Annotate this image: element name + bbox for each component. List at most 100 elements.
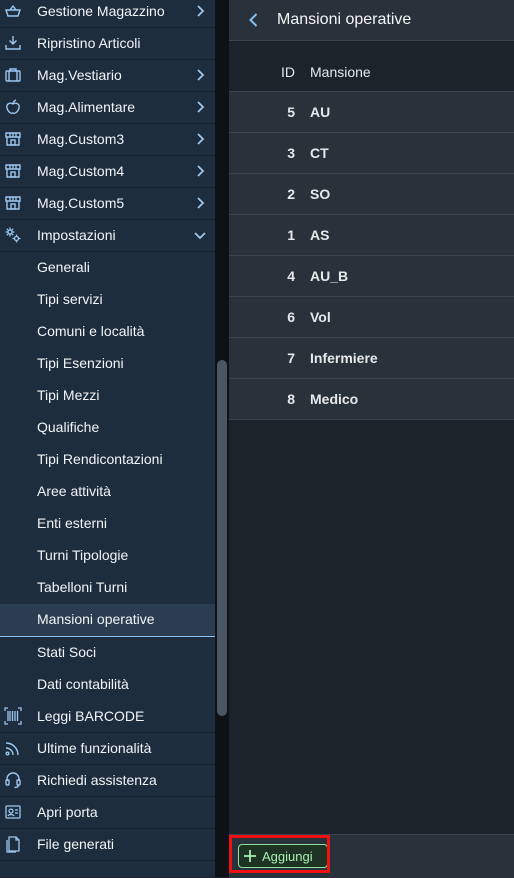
sidebar-item-file-generati[interactable]: File generati bbox=[0, 829, 215, 861]
table-header: ID Mansione bbox=[229, 51, 514, 92]
sidebar-item-label: Ripristino Articoli bbox=[37, 35, 141, 51]
sidebar-item-label: Richiedi assistenza bbox=[37, 772, 157, 788]
sidebar-subitem-tipi-esenzioni[interactable]: Tipi Esenzioni bbox=[0, 348, 215, 380]
sidebar-subitem-label: Aree attività bbox=[37, 483, 111, 499]
mansioni-table: ID Mansione 5 AU 3 CT 2 SO 1 AS 4 AU_B 6… bbox=[229, 51, 514, 420]
sidebar-item-label: Impostazioni bbox=[37, 227, 116, 243]
chevron-right-icon[interactable] bbox=[193, 4, 207, 18]
main-content: Mansioni operative ID Mansione 5 AU 3 CT… bbox=[229, 0, 514, 878]
sidebar-item-label: Mag.Custom3 bbox=[37, 131, 125, 147]
sidebar-subitem-tipi-mezzi[interactable]: Tipi Mezzi bbox=[0, 380, 215, 412]
chevron-right-icon[interactable] bbox=[193, 100, 207, 114]
sidebar-item-mag-custom5[interactable]: Mag.Custom5 bbox=[0, 188, 215, 220]
add-button[interactable]: Aggiungi bbox=[238, 844, 328, 868]
sidebar-item-mag-custom4[interactable]: Mag.Custom4 bbox=[0, 156, 215, 188]
sidebar-subitem-qualifiche[interactable]: Qualifiche bbox=[0, 412, 215, 444]
cell-id: 2 bbox=[287, 186, 295, 202]
chevron-right-icon[interactable] bbox=[193, 132, 207, 146]
sidebar-item-label: File generati bbox=[37, 836, 115, 852]
sidebar-subitem-label: Enti esterni bbox=[37, 515, 108, 531]
sidebar-item-mag-custom3[interactable]: Mag.Custom3 bbox=[0, 124, 215, 156]
cell-id: 1 bbox=[287, 227, 295, 243]
badge-icon bbox=[4, 803, 22, 821]
sidebar-subitem-label: Stati Soci bbox=[37, 644, 97, 660]
page-title: Mansioni operative bbox=[277, 11, 412, 28]
store-icon bbox=[4, 130, 22, 148]
column-header-id[interactable]: ID bbox=[281, 51, 295, 93]
download-tray-icon bbox=[4, 34, 22, 52]
scrollbar-thumb[interactable] bbox=[217, 360, 227, 716]
sidebar-item-impostazioni[interactable]: Impostazioni bbox=[0, 220, 215, 252]
documents-icon bbox=[4, 835, 22, 853]
sidebar-subitem-aree-attivita[interactable]: Aree attività bbox=[0, 476, 215, 508]
table-row[interactable]: 4 AU_B bbox=[229, 256, 514, 297]
headset-icon bbox=[4, 771, 22, 789]
cell-id: 5 bbox=[287, 104, 295, 120]
sidebar-subitem-comuni-e-localita[interactable]: Comuni e località bbox=[0, 316, 215, 348]
page-header: Mansioni operative bbox=[229, 0, 514, 41]
cell-mansione: Medico bbox=[310, 391, 359, 407]
sidebar-item-label: Apri porta bbox=[37, 804, 98, 820]
sidebar-subitem-label: Comuni e località bbox=[37, 323, 145, 339]
sidebar-subitem-stati-soci[interactable]: Stati Soci bbox=[0, 637, 215, 669]
sidebar-subitem-generali[interactable]: Generali bbox=[0, 252, 215, 284]
column-header-mansione[interactable]: Mansione bbox=[310, 51, 371, 93]
sidebar-subitem-tabelloni-turni[interactable]: Tabelloni Turni bbox=[0, 572, 215, 604]
sidebar-item-mag-alimentare[interactable]: Mag.Alimentare bbox=[0, 92, 215, 124]
sidebar-subitem-mansioni-operative[interactable]: Mansioni operative bbox=[0, 604, 215, 637]
table-row[interactable]: 5 AU bbox=[229, 92, 514, 133]
table-row[interactable]: 6 Vol bbox=[229, 297, 514, 338]
store-icon bbox=[4, 162, 22, 180]
chevron-right-icon[interactable] bbox=[193, 196, 207, 210]
sidebar-subitem-label: Mansioni operative bbox=[37, 611, 155, 627]
store-icon bbox=[4, 194, 22, 212]
cell-mansione: Infermiere bbox=[310, 350, 378, 366]
back-arrow-icon[interactable] bbox=[245, 11, 263, 29]
cell-mansione: AS bbox=[310, 227, 330, 243]
sidebar-subitem-tipi-servizi[interactable]: Tipi servizi bbox=[0, 284, 215, 316]
feed-icon bbox=[4, 739, 22, 757]
sidebar-item-ultime-funzionalita[interactable]: Ultime funzionalità bbox=[0, 733, 215, 765]
sidebar-item-label: Mag.Custom4 bbox=[37, 163, 125, 179]
sidebar-subitem-label: Tipi servizi bbox=[37, 291, 103, 307]
sidebar-subitem-tipi-rendicontazioni[interactable]: Tipi Rendicontazioni bbox=[0, 444, 215, 476]
chevron-right-icon[interactable] bbox=[193, 164, 207, 178]
sidebar-subitem-label: Qualifiche bbox=[37, 419, 100, 435]
sidebar-subitem-enti-esterni[interactable]: Enti esterni bbox=[0, 508, 215, 540]
cell-id: 3 bbox=[287, 145, 295, 161]
sidebar-subitem-label: Tipi Rendicontazioni bbox=[37, 451, 163, 467]
table-row[interactable]: 3 CT bbox=[229, 133, 514, 174]
suitcase-icon bbox=[4, 66, 22, 84]
sidebar-item-label: Ultime funzionalità bbox=[37, 740, 152, 756]
cell-id: 6 bbox=[287, 309, 295, 325]
cell-mansione: CT bbox=[310, 145, 329, 161]
settings-icon bbox=[4, 226, 22, 244]
page-footer: Aggiungi bbox=[229, 834, 514, 878]
sidebar-subitem-label: Tipi Esenzioni bbox=[37, 355, 124, 371]
sidebar-subitem-label: Tipi Mezzi bbox=[37, 387, 100, 403]
table-row[interactable]: 8 Medico bbox=[229, 379, 514, 420]
apple-icon bbox=[4, 98, 22, 116]
sidebar-scrollbar[interactable] bbox=[215, 0, 229, 877]
sidebar-subitem-dati-contabilita[interactable]: Dati contabilità bbox=[0, 669, 215, 701]
sidebar-item-richiedi-assistenza[interactable]: Richiedi assistenza bbox=[0, 765, 215, 797]
barcode-icon bbox=[4, 707, 22, 725]
add-button-label: Aggiungi bbox=[262, 848, 313, 864]
table-row[interactable]: 2 SO bbox=[229, 174, 514, 215]
sidebar-subitem-label: Generali bbox=[37, 259, 90, 275]
chevron-right-icon[interactable] bbox=[193, 68, 207, 82]
table-row[interactable]: 7 Infermiere bbox=[229, 338, 514, 379]
plus-icon bbox=[243, 849, 257, 863]
sidebar-item-label: Mag.Custom5 bbox=[37, 195, 125, 211]
sidebar-item-label: Mag.Vestiario bbox=[37, 67, 122, 83]
cell-mansione: AU bbox=[310, 104, 331, 120]
sidebar-item-gestione-magazzino[interactable]: Gestione Magazzino bbox=[0, 0, 215, 28]
sidebar-subitem-label: Tabelloni Turni bbox=[37, 579, 128, 595]
sidebar-item-mag-vestiario[interactable]: Mag.Vestiario bbox=[0, 60, 215, 92]
chevron-down-icon[interactable] bbox=[193, 228, 207, 242]
sidebar-item-ripristino-articoli[interactable]: Ripristino Articoli bbox=[0, 28, 215, 60]
table-row[interactable]: 1 AS bbox=[229, 215, 514, 256]
sidebar-item-apri-porta[interactable]: Apri porta bbox=[0, 797, 215, 829]
sidebar-subitem-turni-tipologie[interactable]: Turni Tipologie bbox=[0, 540, 215, 572]
sidebar-item-leggi-barcode[interactable]: Leggi BARCODE bbox=[0, 701, 215, 733]
